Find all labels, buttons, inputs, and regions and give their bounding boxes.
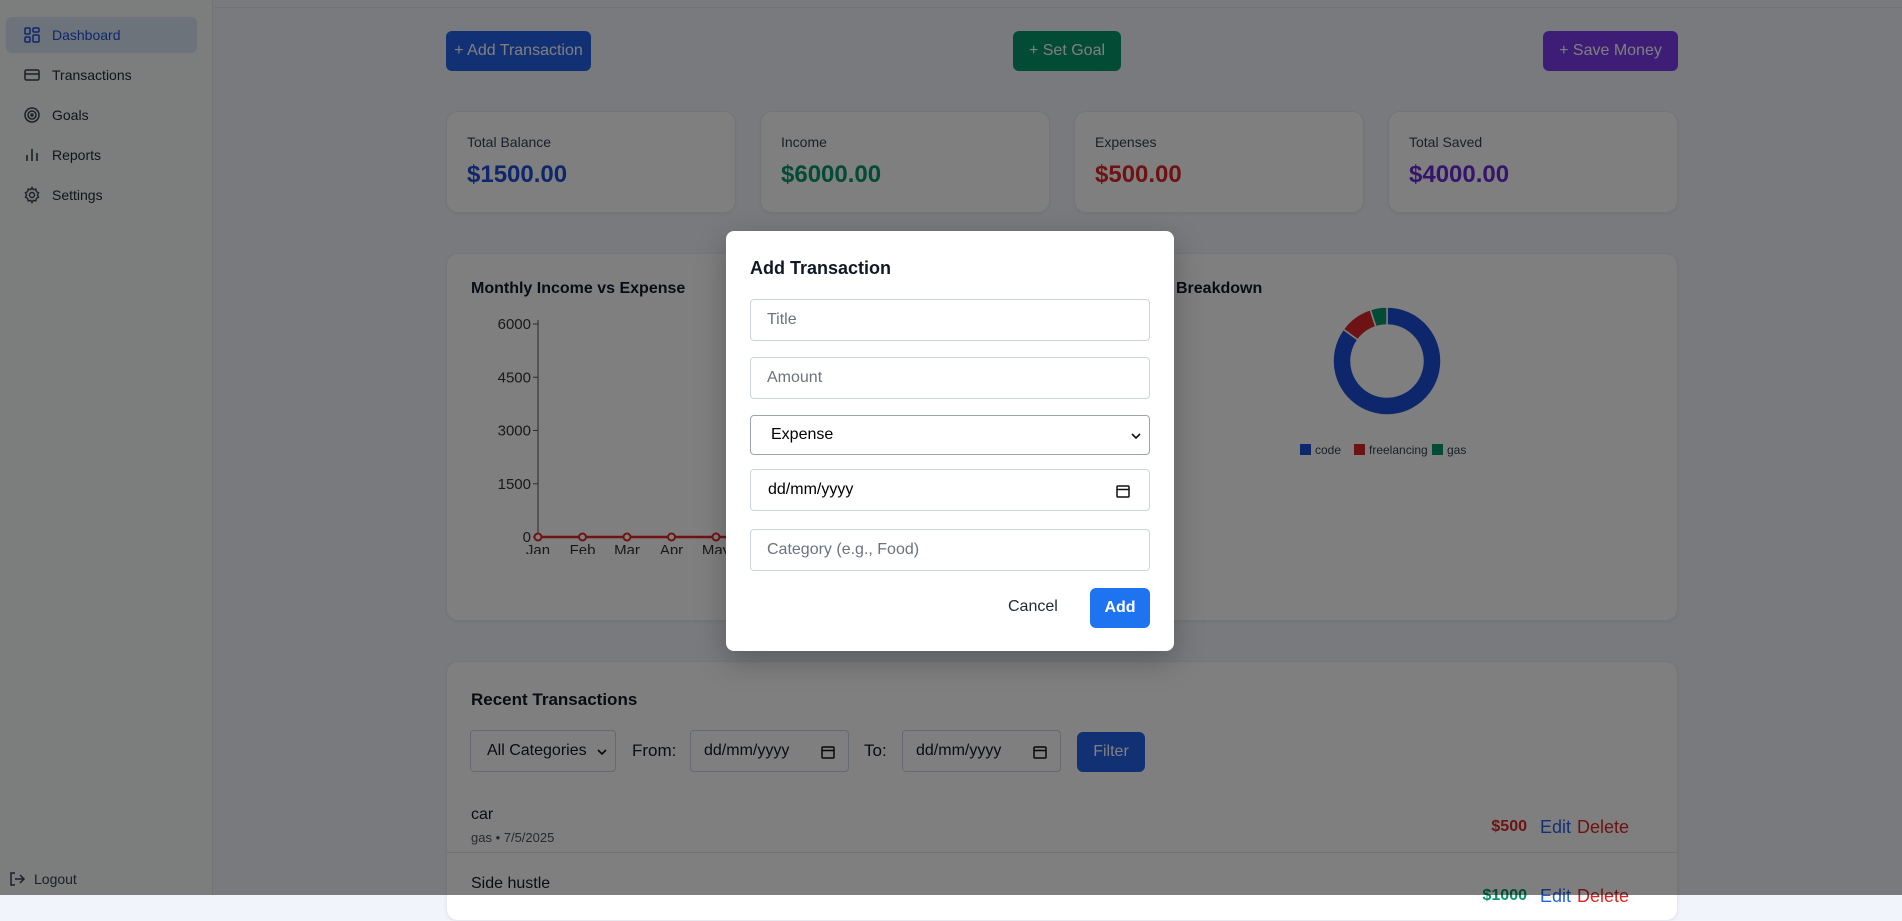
type-select-value: Expense bbox=[771, 426, 834, 443]
date-input[interactable]: dd/mm/yyyy bbox=[750, 469, 1150, 511]
amount-input[interactable] bbox=[750, 357, 1150, 399]
type-select[interactable]: Expense bbox=[750, 415, 1150, 455]
calendar-icon bbox=[1116, 485, 1130, 498]
add-button[interactable]: Add bbox=[1090, 588, 1150, 628]
chevron-down-icon bbox=[1131, 433, 1141, 440]
category-input[interactable] bbox=[750, 529, 1150, 571]
cancel-button[interactable]: Cancel bbox=[1008, 598, 1058, 616]
add-transaction-modal: Add Transaction Expense dd/mm/yyyy Cance… bbox=[726, 231, 1174, 651]
modal-title: Add Transaction bbox=[750, 258, 892, 278]
title-input[interactable] bbox=[750, 299, 1150, 341]
date-placeholder: dd/mm/yyyy bbox=[768, 481, 854, 498]
